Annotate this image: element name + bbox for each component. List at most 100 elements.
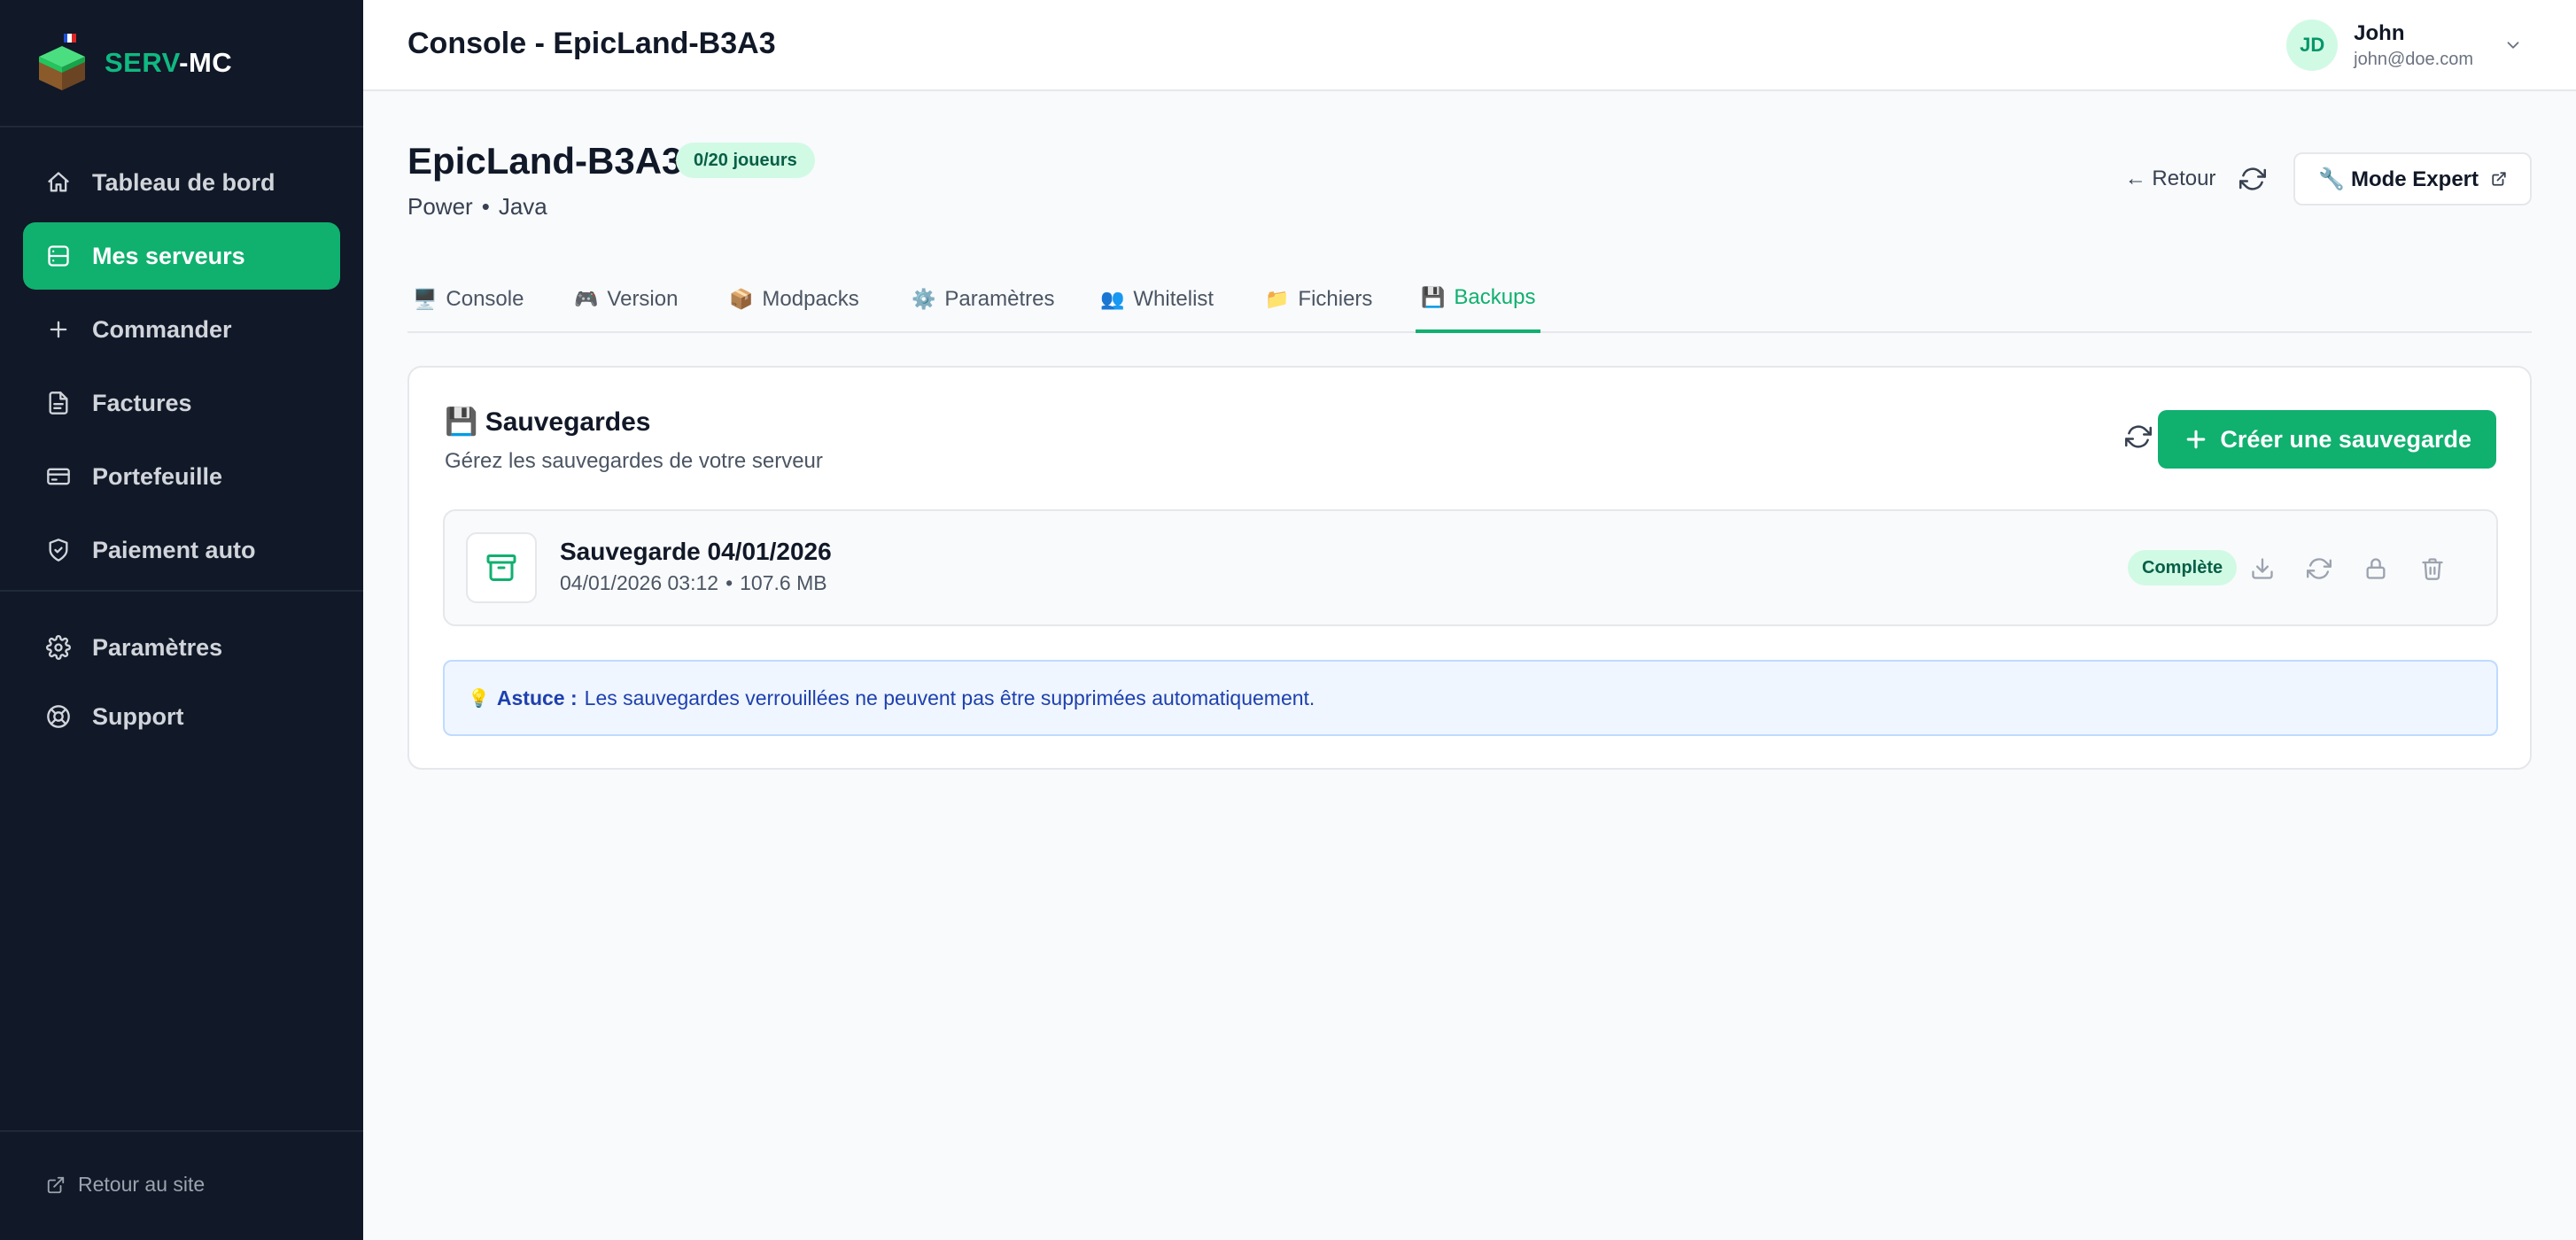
sidebar-item-label: Commander: [92, 315, 232, 343]
header-actions: ← Retour 🔧 Mode Expert: [2125, 152, 2532, 205]
meta-separator: •: [481, 193, 490, 220]
server-icon: [46, 244, 71, 268]
list-item: Sauvegarde 04/01/2026 04/01/2026 03:12 • 1…: [443, 509, 2498, 626]
server-tabs: 🖥️ Console 🎮 Version 📦 Modpacks ⚙️ Paramètre…: [407, 266, 2532, 333]
meta-separator: •: [725, 571, 733, 594]
server-plan: Power: [407, 193, 473, 220]
sidebar-item-label: Support: [92, 702, 184, 730]
restore-backup-button[interactable]: [2302, 552, 2336, 585]
sidebar-item-label: Factures: [92, 389, 192, 416]
sidebar-divider: [0, 126, 363, 128]
user-info: John john@doe.com: [2354, 21, 2473, 70]
sidebar-item-support[interactable]: Support: [23, 683, 340, 750]
backup-size: 107.6 MB: [740, 571, 827, 594]
plus-icon: [46, 317, 71, 342]
chevron-down-icon: [2507, 42, 2519, 49]
backup-datetime: 04/01/2026 03:12: [560, 571, 719, 594]
tip-banner: 💡 Astuce : Les sauvegardes verrouillées …: [443, 660, 2498, 736]
tab-label: Console: [446, 287, 524, 311]
sidebar-item-label: Tableau de bord: [92, 168, 275, 196]
backup-name: Sauvegarde 04/01/2026: [560, 538, 832, 565]
tab-label: Paramètres: [944, 287, 1055, 311]
plus-icon: [2187, 430, 2206, 449]
sidebar-item-autopay[interactable]: Paiement auto: [23, 516, 340, 584]
tab-label: Version: [607, 287, 679, 311]
sidebar-divider: [0, 590, 363, 592]
players-badge: 0/20 joueurs: [676, 143, 815, 178]
wallet-icon: [46, 464, 71, 489]
external-link-icon: [2492, 172, 2506, 186]
lock-backup-button[interactable]: [2359, 552, 2393, 585]
folder-icon: 📁: [1265, 288, 1290, 310]
external-link-icon: [47, 1176, 65, 1193]
create-backup-button[interactable]: Créer une sauvegarde: [2158, 410, 2496, 469]
tab-label: Fichiers: [1298, 287, 1373, 311]
download-icon: [2252, 558, 2273, 579]
sidebar: SERV-MC Tableau de bord Mes serveurs Com…: [0, 0, 363, 1240]
refresh-icon: [2239, 167, 2267, 190]
tab-label: Whitelist: [1133, 287, 1214, 311]
tab-settings[interactable]: ⚙️ Paramètres: [906, 266, 1059, 333]
expert-mode-button[interactable]: 🔧 Mode Expert: [2293, 152, 2532, 205]
refresh-button[interactable]: [2235, 161, 2270, 197]
server-meta: Power • Java: [407, 193, 547, 221]
tip-label: Astuce :: [496, 686, 578, 709]
server-edition: Java: [498, 193, 547, 220]
user-menu[interactable]: JD John john@doe.com: [2286, 19, 2523, 71]
page-title: Console - EpicLand-B3A3: [407, 27, 776, 60]
brand-logo[interactable]: SERV-MC: [37, 32, 232, 94]
refresh-icon: [2125, 425, 2152, 448]
sidebar-item-wallet[interactable]: Portefeuille: [23, 443, 340, 510]
gear-icon: [46, 635, 71, 660]
delete-backup-button[interactable]: [2416, 552, 2449, 585]
lock-icon: [2366, 558, 2386, 579]
back-to-site-link[interactable]: Retour au site: [46, 1173, 205, 1197]
backups-title: 💾 Sauvegardes: [445, 407, 651, 437]
status-badge: Complète: [2128, 550, 2238, 585]
backup-meta: 04/01/2026 03:12 • 107.6 MB: [560, 571, 827, 595]
lifebuoy-icon: [46, 704, 71, 729]
home-icon: [46, 170, 71, 195]
archive-icon: [466, 532, 537, 603]
sidebar-item-settings[interactable]: Paramètres: [23, 614, 340, 681]
floppy-disk-icon: 💾: [1421, 286, 1446, 308]
package-icon: 📦: [729, 288, 754, 310]
backups-card: 💾 Sauvegardes Gérez les sauvegardes de v…: [407, 366, 2532, 770]
sidebar-item-order[interactable]: Commander: [23, 296, 340, 363]
expert-mode-label: 🔧 Mode Expert: [2318, 167, 2479, 191]
avatar: JD: [2286, 19, 2339, 71]
gamepad-icon: 🎮: [574, 288, 599, 310]
gear-icon: ⚙️: [912, 288, 936, 310]
tip-text: Les sauvegardes verrouillées ne peuvent …: [584, 686, 1315, 709]
user-name: John: [2354, 20, 2405, 45]
sidebar-item-label: Paiement auto: [92, 536, 256, 563]
download-backup-button[interactable]: [2246, 552, 2279, 585]
tab-console[interactable]: 🖥️ Console: [407, 266, 529, 333]
refresh-backups-button[interactable]: [2121, 419, 2156, 454]
tab-backups[interactable]: 💾 Backups: [1416, 266, 1541, 333]
brand-name: SERV-MC: [105, 47, 233, 78]
sidebar-divider: [0, 1130, 363, 1132]
create-backup-label: Créer une sauvegarde: [2220, 425, 2471, 453]
tab-modpacks[interactable]: 📦 Modpacks: [724, 266, 865, 333]
sidebar-item-dashboard[interactable]: Tableau de bord: [23, 149, 340, 216]
sidebar-item-label: Paramètres: [92, 633, 223, 661]
sidebar-item-label: Mes serveurs: [92, 242, 245, 269]
file-icon: [46, 391, 71, 415]
tab-whitelist[interactable]: 👥 Whitelist: [1095, 266, 1219, 333]
user-email: john@doe.com: [2354, 49, 2473, 69]
back-button[interactable]: ← Retour: [2125, 167, 2216, 191]
sidebar-item-my-servers[interactable]: Mes serveurs: [23, 222, 340, 290]
backups-subtitle: Gérez les sauvegardes de votre serveur: [445, 449, 823, 473]
top-bar: Console - EpicLand-B3A3 JD John john@doe…: [363, 0, 2576, 91]
users-icon: 👥: [1100, 288, 1125, 310]
restore-icon: [2307, 558, 2332, 579]
lightbulb-icon: 💡: [468, 688, 490, 709]
tab-version[interactable]: 🎮 Version: [569, 266, 683, 333]
sidebar-item-invoices[interactable]: Factures: [23, 369, 340, 437]
sidebar-item-label: Portefeuille: [92, 462, 223, 490]
tab-files[interactable]: 📁 Fichiers: [1260, 266, 1377, 333]
grass-block-icon: [37, 34, 87, 92]
tab-label: Modpacks: [762, 287, 859, 311]
back-to-site-label: Retour au site: [78, 1173, 206, 1196]
